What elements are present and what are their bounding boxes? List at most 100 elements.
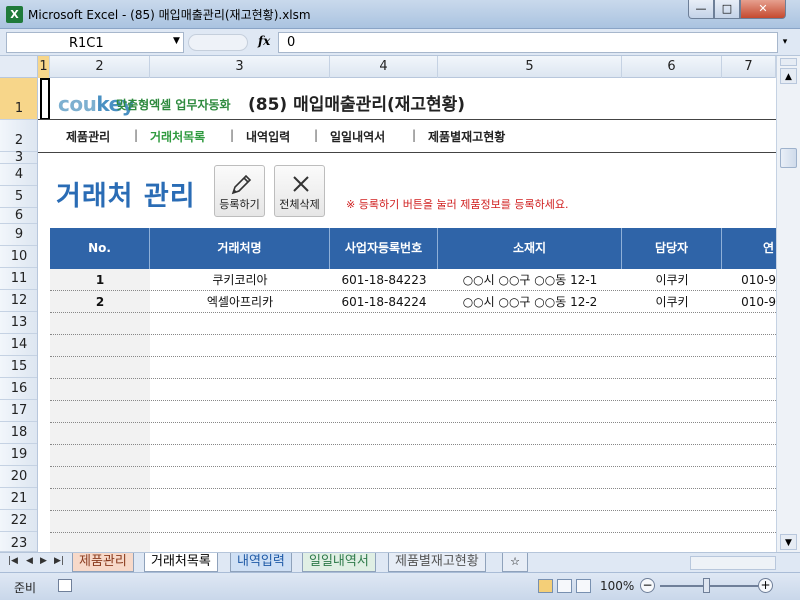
next-sheet-icon[interactable]: ▶ [40,556,47,566]
formula-bar-handle[interactable] [188,34,248,51]
row-header[interactable]: 13 [0,312,37,334]
last-sheet-icon[interactable]: ▶| [54,556,64,566]
column-header[interactable]: 7 [722,56,776,78]
table-row-empty[interactable] [50,445,776,467]
column-header[interactable]: 2 [50,56,150,78]
table-header-cell: 거래처명 [150,228,330,269]
nav-separator: | [412,128,417,142]
sheet-tab-clients[interactable]: 거래처목록 [144,553,218,572]
table-header-cell: 담당자 [622,228,722,269]
row-header[interactable]: 2 [0,120,37,152]
row-header[interactable]: 12 [0,290,37,312]
table-row-empty[interactable] [50,511,776,533]
page-layout-view-icon[interactable] [557,579,572,593]
row-header[interactable]: 22 [0,510,37,532]
row-header[interactable]: 19 [0,444,37,466]
close-icon [293,176,309,192]
row-header[interactable]: 11 [0,268,37,290]
table-row[interactable]: 1 쿠키코리아 601-18-84223 ○○시 ○○구 ○○동 12-1 이쿠… [50,269,776,291]
row-header[interactable]: 3 [0,151,37,164]
nav-item-products[interactable]: 제품관리 [66,128,110,145]
row-header[interactable]: 14 [0,334,37,356]
table-header-cell: 연 [762,241,774,255]
table-row-empty[interactable] [50,335,776,357]
cell-contact: 010-9 [741,295,776,309]
nav-menu: 제품관리 | 거래처목록 | 내역입력 | 일일내역서 | 제품별재고현황 [38,126,776,148]
row-header[interactable]: 9 [0,224,37,246]
column-header[interactable]: 6 [622,56,722,78]
formula-input[interactable]: 0 [278,32,778,53]
zoom-level[interactable]: 100% [600,579,634,593]
active-cell[interactable] [40,78,50,120]
minimize-button[interactable]: — [688,0,714,19]
column-header[interactable]: 1 [38,56,50,78]
cell-contact: 010-9 [741,273,776,287]
table-row-empty[interactable] [50,401,776,423]
table-row[interactable]: 2 엑셀아프리카 601-18-84224 ○○시 ○○구 ○○동 12-2 이… [50,291,776,313]
split-handle[interactable] [780,58,797,66]
expand-formula-icon[interactable]: ▾ [778,32,792,53]
table-row-empty[interactable] [50,357,776,379]
notice-text: ※ 등록하기 버튼을 눌러 제품정보를 등록하세요. [346,198,569,211]
column-header[interactable]: 3 [150,56,330,78]
scroll-thumb[interactable] [780,148,797,168]
worksheet[interactable]: coukey 맞춤형엑셀 업무자동화 (85) 매입매출관리(재고현황) 제품관… [38,78,776,552]
zoom-out-icon[interactable]: − [640,578,655,593]
first-sheet-icon[interactable]: |◀ [8,556,18,566]
macro-record-icon[interactable] [58,579,72,592]
zoom-in-icon[interactable]: + [758,578,773,593]
row-header[interactable]: 21 [0,488,37,510]
column-headers: 1 2 3 4 5 6 7 [38,56,776,78]
delete-all-button[interactable]: 전체삭제 [274,165,325,217]
divider [38,119,776,120]
nav-separator: | [314,128,319,142]
row-header[interactable]: 23 [0,532,37,552]
row-header[interactable]: 18 [0,422,37,444]
scroll-up-icon[interactable]: ▲ [780,68,797,84]
table-row-empty[interactable] [50,423,776,445]
row-header[interactable]: 6 [0,208,37,224]
row-header[interactable]: 16 [0,378,37,400]
pencil-icon [231,174,252,195]
insert-function-icon[interactable]: fx [258,34,270,48]
sheet-tab-daily-report[interactable]: 일일내역서 [302,553,376,572]
sheet-tab-stock-status[interactable]: 제품별재고현황 [388,553,486,572]
row-header[interactable]: 4 [0,164,37,186]
formula-value: 0 [287,35,296,50]
row-header[interactable]: 1 [0,78,37,120]
row-header[interactable]: 17 [0,400,37,422]
page-break-view-icon[interactable] [576,579,591,593]
close-button[interactable]: ✕ [740,0,786,19]
table-row-empty[interactable] [50,313,776,335]
chevron-down-icon[interactable]: ▼ [173,36,180,46]
select-all-corner[interactable] [0,56,38,78]
name-box[interactable]: R1C1 ▼ [6,32,184,53]
horizontal-scrollbar[interactable] [690,556,776,570]
table-row-empty[interactable] [50,489,776,511]
column-header[interactable]: 5 [438,56,622,78]
nav-item-entry[interactable]: 내역입력 [246,128,290,145]
column-header[interactable]: 4 [330,56,438,78]
row-header[interactable]: 5 [0,186,37,208]
excel-app-icon: X [6,6,23,23]
insert-sheet-icon[interactable]: ☆ [502,553,528,572]
register-button[interactable]: 등록하기 [214,165,265,217]
maximize-button[interactable]: □ [714,0,740,19]
status-bar: 준비 100% − + [0,572,800,600]
row-header[interactable]: 15 [0,356,37,378]
cell-manager: 이쿠키 [655,295,689,309]
sheet-tab-entry[interactable]: 내역입력 [230,553,292,572]
table-row-empty[interactable] [50,467,776,489]
scroll-down-icon[interactable]: ▼ [780,534,797,550]
table-row-empty[interactable] [50,379,776,401]
normal-view-icon[interactable] [538,579,553,593]
prev-sheet-icon[interactable]: ◀ [26,556,33,566]
nav-item-daily-report[interactable]: 일일내역서 [330,128,385,145]
row-header[interactable]: 20 [0,466,37,488]
nav-item-clients[interactable]: 거래처목록 [150,128,205,145]
zoom-slider-thumb[interactable] [703,578,710,593]
sheet-tab-products[interactable]: 제품관리 [72,553,134,572]
vertical-scrollbar[interactable]: ▲ ▼ [776,56,800,552]
row-header[interactable]: 10 [0,246,37,268]
nav-item-stock-status[interactable]: 제품별재고현황 [428,128,505,145]
